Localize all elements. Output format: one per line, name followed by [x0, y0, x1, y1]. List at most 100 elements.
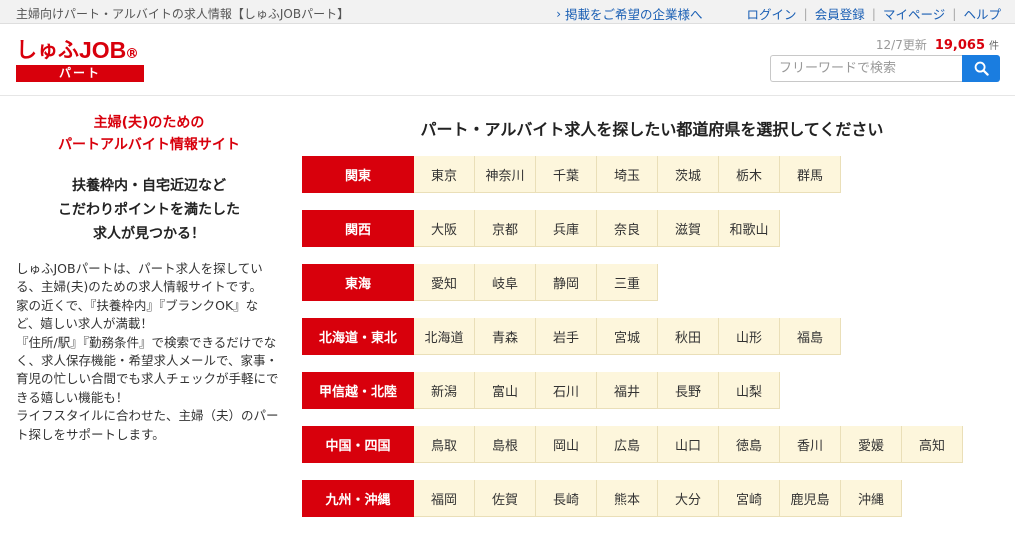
prefecture-link[interactable]: 石川 [536, 372, 597, 409]
prefecture-list: 鳥取 島根 岡山 広島 山口 徳島 香川 愛媛 高知 [414, 426, 963, 463]
site-tagline: 主婦向けパート・アルバイトの求人情報【しゅふJOBパート】 [16, 7, 350, 21]
nav-divider: | [871, 6, 876, 21]
site-logo[interactable]: しゅふ JOB R パート [16, 38, 144, 82]
prefecture-link[interactable]: 兵庫 [536, 210, 597, 247]
prefecture-link[interactable]: 愛媛 [841, 426, 902, 463]
job-count-unit: 件 [989, 41, 999, 52]
region-row: 九州・沖縄 福岡 佐賀 長崎 熊本 大分 宮崎 鹿児島 沖縄 [302, 480, 963, 517]
prefecture-link[interactable]: 福岡 [414, 480, 475, 517]
corporate-link[interactable]: › 掲載をご希望の企業様へ [556, 4, 702, 23]
search-button[interactable] [962, 55, 1000, 82]
prefecture-link[interactable]: 北海道 [414, 318, 475, 355]
catch-line: パートアルバイト情報サイト [58, 137, 240, 153]
top-nav: › 掲載をご希望の企業様へ ログイン | 会員登録 | マイページ | ヘルプ [556, 4, 1001, 23]
prefecture-link[interactable]: 鹿児島 [780, 480, 841, 517]
prefecture-list: 新潟 富山 石川 福井 長野 山梨 [414, 372, 780, 409]
prefecture-link[interactable]: 岡山 [536, 426, 597, 463]
prefecture-link[interactable]: 沖縄 [841, 480, 902, 517]
sub-line: こだわりポイントを満たした [58, 202, 240, 218]
prefecture-link[interactable]: 熊本 [597, 480, 658, 517]
search-input[interactable] [770, 55, 962, 82]
prefecture-link[interactable]: 新潟 [414, 372, 475, 409]
catch-line: 主婦(夫)のための [93, 115, 205, 131]
job-count: 19,065 [934, 38, 985, 53]
region-button[interactable]: 中国・四国 [302, 426, 414, 463]
prefecture-link[interactable]: 大阪 [414, 210, 475, 247]
prefecture-link[interactable]: 岐阜 [475, 264, 536, 301]
prefecture-link[interactable]: 宮城 [597, 318, 658, 355]
region-button[interactable]: 東海 [302, 264, 414, 301]
search-icon [974, 61, 989, 76]
nav-divider: | [952, 6, 957, 21]
prefecture-link[interactable]: 香川 [780, 426, 841, 463]
updated-date: 12/7更新 [875, 38, 927, 52]
desc-paragraph: しゅふJOBパートは、パート求人を探している、主婦(夫)のための求人情報サイトで… [16, 261, 263, 295]
intro-description: しゅふJOBパートは、パート求人を探している、主婦(夫)のための求人情報サイトで… [16, 260, 282, 444]
register-link[interactable]: 会員登録 [815, 4, 865, 23]
region-row: 関西 大阪 京都 兵庫 奈良 滋賀 和歌山 [302, 210, 963, 247]
prefecture-link[interactable]: 静岡 [536, 264, 597, 301]
desc-paragraph: 『住所/駅』『勤務条件』で検索できるだけでなく、求人保存機能・希望求人メールで、… [16, 334, 279, 405]
prefecture-link[interactable]: 岩手 [536, 318, 597, 355]
region-row: 北海道・東北 北海道 青森 岩手 宮城 秋田 山形 福島 [302, 318, 963, 355]
chevron-right-icon: › [556, 6, 562, 21]
prefecture-link[interactable]: 長野 [658, 372, 719, 409]
prefecture-link[interactable]: 京都 [475, 210, 536, 247]
corporate-link-label: 掲載をご希望の企業様へ [565, 7, 703, 22]
intro-catchphrase: 主婦(夫)のための パートアルバイト情報サイト [16, 112, 282, 156]
prefecture-link[interactable]: 大分 [658, 480, 719, 517]
prefecture-link[interactable]: 和歌山 [719, 210, 780, 247]
sub-line: 扶養枠内・自宅近辺など [72, 178, 226, 194]
prefecture-link[interactable]: 山形 [719, 318, 780, 355]
prefecture-link[interactable]: 滋賀 [658, 210, 719, 247]
logo-wordmark: しゅふ JOB R [16, 38, 144, 62]
prefecture-link[interactable]: 鳥取 [414, 426, 475, 463]
prefecture-link[interactable]: 三重 [597, 264, 658, 301]
prefecture-link[interactable]: 広島 [597, 426, 658, 463]
prefecture-link[interactable]: 青森 [475, 318, 536, 355]
region-button[interactable]: 甲信越・北陸 [302, 372, 414, 409]
job-stats: 12/7更新 19,065 件 [876, 36, 999, 53]
intro-panel: 主婦(夫)のための パートアルバイト情報サイト 扶養枠内・自宅近辺など こだわり… [16, 112, 282, 444]
prefecture-link[interactable]: 秋田 [658, 318, 719, 355]
region-button[interactable]: 関西 [302, 210, 414, 247]
prefecture-link[interactable]: 山口 [658, 426, 719, 463]
prefecture-link[interactable]: 長崎 [536, 480, 597, 517]
page-title: パート・アルバイト求人を探したい都道府県を選択してください [420, 120, 884, 139]
region-button[interactable]: 関東 [302, 156, 414, 193]
prefecture-link[interactable]: 奈良 [597, 210, 658, 247]
prefecture-link[interactable]: 高知 [902, 426, 963, 463]
prefecture-link[interactable]: 東京 [414, 156, 475, 193]
prefecture-link[interactable]: 徳島 [719, 426, 780, 463]
nav-divider: | [803, 6, 808, 21]
region-grid: 関東 東京 神奈川 千葉 埼玉 茨城 栃木 群馬 関西 大阪 京都 兵庫 奈良 滋賀 和歌山 東海 愛知 岐阜 静岡… [302, 156, 963, 534]
prefecture-link[interactable]: 佐賀 [475, 480, 536, 517]
prefecture-link[interactable]: 神奈川 [475, 156, 536, 193]
prefecture-list: 福岡 佐賀 長崎 熊本 大分 宮崎 鹿児島 沖縄 [414, 480, 902, 517]
prefecture-link[interactable]: 富山 [475, 372, 536, 409]
prefecture-link[interactable]: 群馬 [780, 156, 841, 193]
prefecture-link[interactable]: 埼玉 [597, 156, 658, 193]
prefecture-list: 愛知 岐阜 静岡 三重 [414, 264, 658, 301]
mypage-link[interactable]: マイページ [883, 4, 945, 23]
help-link[interactable]: ヘルプ [963, 4, 1001, 23]
prefecture-link[interactable]: 栃木 [719, 156, 780, 193]
prefecture-link[interactable]: 千葉 [536, 156, 597, 193]
login-link[interactable]: ログイン [747, 4, 797, 23]
prefecture-link[interactable]: 福島 [780, 318, 841, 355]
region-button[interactable]: 九州・沖縄 [302, 480, 414, 517]
desc-paragraph: ライフスタイルに合わせた、主婦（夫）のパート探しをサポートします。 [16, 408, 279, 442]
prefecture-link[interactable]: 島根 [475, 426, 536, 463]
region-button[interactable]: 北海道・東北 [302, 318, 414, 355]
top-bar: 主婦向けパート・アルバイトの求人情報【しゅふJOBパート】 › 掲載をご希望の企… [0, 0, 1015, 24]
prefecture-list: 東京 神奈川 千葉 埼玉 茨城 栃木 群馬 [414, 156, 841, 193]
prefecture-link[interactable]: 宮崎 [719, 480, 780, 517]
prefecture-link[interactable]: 愛知 [414, 264, 475, 301]
intro-subheading: 扶養枠内・自宅近辺など こだわりポイントを満たした 求人が見つかる！ [16, 174, 282, 246]
prefecture-link[interactable]: 山梨 [719, 372, 780, 409]
logo-kana: しゅふ [16, 38, 79, 62]
prefecture-link[interactable]: 茨城 [658, 156, 719, 193]
prefecture-list: 大阪 京都 兵庫 奈良 滋賀 和歌山 [414, 210, 780, 247]
prefecture-link[interactable]: 福井 [597, 372, 658, 409]
search-form [770, 55, 1000, 82]
